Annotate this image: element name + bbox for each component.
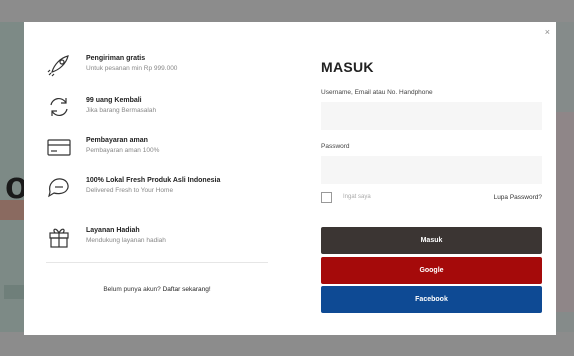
rocket-icon (46, 52, 72, 78)
feature-subtitle: Untuk pesanan min Rp 999.000 (86, 65, 178, 72)
login-modal: × Pengiriman gratis Untuk pesanan min Rp… (24, 22, 556, 335)
username-label: Username, Email atau No. Handphone (321, 89, 433, 96)
feature-title: 99 uang Kembali (86, 97, 142, 104)
feature-title: 100% Lokal Fresh Produk Asli Indonesia (86, 177, 221, 184)
refresh-icon (46, 94, 72, 120)
login-button[interactable]: Masuk (321, 227, 542, 254)
remember-row: Ingat saya Lupa Password? (321, 192, 542, 206)
facebook-login-button[interactable]: Facebook (321, 286, 542, 313)
google-login-button[interactable]: Google (321, 257, 542, 284)
background-page-right (556, 22, 574, 332)
password-input[interactable] (321, 156, 542, 184)
feature-title: Pengiriman gratis (86, 55, 146, 62)
chat-icon (46, 174, 72, 200)
feature-title: Layanan Hadiah (86, 227, 140, 234)
login-title: MASUK (321, 59, 374, 75)
feature-subtitle: Delivered Fresh to Your Home (86, 187, 174, 194)
forgot-password-link[interactable]: Lupa Password? (494, 194, 542, 201)
register-prompt: Belum punya akun? Daftar sekarang! (46, 286, 268, 293)
feature-title: Pembayaran aman (86, 137, 148, 144)
background-element (4, 285, 24, 299)
remember-label: Ingat saya (343, 194, 371, 200)
username-input[interactable] (321, 102, 542, 130)
feature-subtitle: Jika barang Bermasalah (86, 107, 157, 114)
remember-checkbox[interactable] (321, 192, 332, 203)
feature-subtitle: Mendukung layanan hadiah (86, 237, 166, 244)
password-label: Password (321, 143, 350, 150)
credit-card-icon (46, 134, 72, 160)
background-panel (556, 112, 574, 312)
register-link[interactable]: Daftar sekarang! (163, 286, 211, 293)
feature-subtitle: Pembayaran aman 100% (86, 147, 160, 154)
close-icon[interactable]: × (545, 28, 550, 37)
register-text: Belum punya akun? (103, 286, 161, 293)
divider (46, 262, 268, 263)
gift-icon (46, 224, 72, 250)
